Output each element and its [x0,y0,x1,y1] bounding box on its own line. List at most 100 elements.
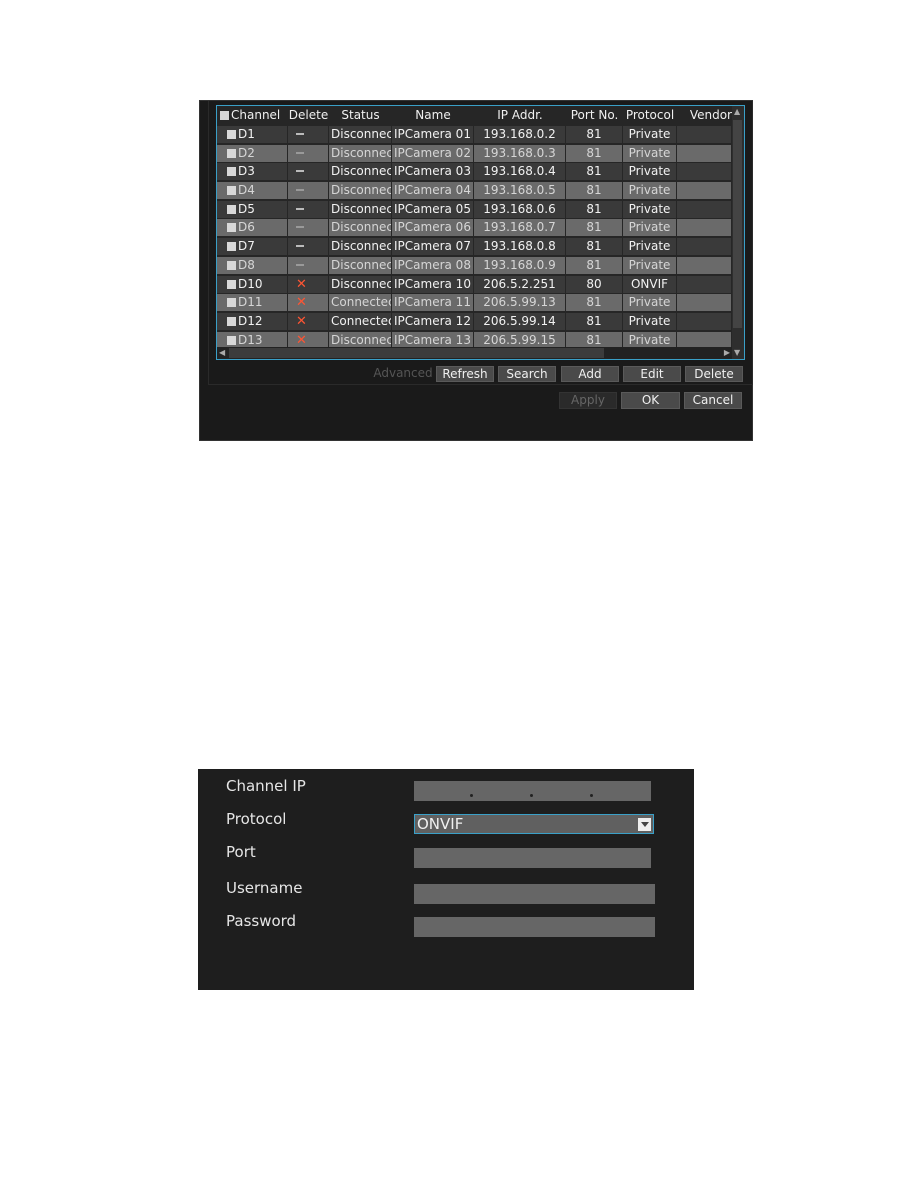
cell-name: IPCamera 11 [392,294,473,312]
cell-channel[interactable]: D5 [217,200,287,218]
select-all-checkbox[interactable] [220,111,229,120]
cell-port: 81 [566,256,622,274]
scroll-down-icon[interactable]: ▼ [734,347,740,359]
cell-delete[interactable] [288,163,328,181]
table-row[interactable]: D11 ✕ Connectec IPCamera 11 206.5.99.13 81 Pri… [217,293,732,312]
username-input[interactable] [414,884,655,904]
cell-channel[interactable]: D8 [217,256,287,274]
horizontal-scrollbar[interactable]: ◀ ▶ [217,347,732,359]
cell-port: 80 [566,275,622,293]
cell-ip: 206.5.99.14 [474,312,565,330]
channel-id: D4 [238,183,255,198]
table-row[interactable]: D2 Disconnec IPCamera 02 193.168.0.3 81 Priva… [217,144,732,163]
vertical-scroll-thumb[interactable] [733,120,742,328]
channel-id: D10 [238,276,263,291]
channel-ip-input[interactable] [414,781,651,801]
row-checkbox[interactable] [227,298,236,308]
delete-x-icon[interactable]: ✕ [296,333,307,348]
row-checkbox[interactable] [227,204,236,214]
advanced-button[interactable]: Advanced [372,366,434,382]
cell-delete[interactable] [288,238,328,256]
row-checkbox[interactable] [227,186,236,196]
table-body: D1 Disconnec IPCamera 01 193.168.0.2 81 Priva… [217,125,732,349]
cell-channel[interactable]: D6 [217,219,287,237]
cell-delete[interactable] [288,126,328,143]
cell-channel[interactable]: D12 [217,312,287,330]
cell-delete[interactable]: ✕ [288,294,328,312]
cell-channel[interactable]: D7 [217,238,287,256]
cell-channel[interactable]: D4 [217,182,287,200]
protocol-label: Protocol [226,810,287,828]
row-checkbox[interactable] [227,130,236,139]
scroll-up-icon[interactable]: ▲ [734,106,740,118]
scroll-left-icon[interactable]: ◀ [219,347,225,359]
cell-delete[interactable] [288,200,328,218]
cell-channel[interactable]: D11 [217,294,287,312]
header-channel[interactable]: Channel [217,106,288,124]
cell-channel[interactable]: D13 [217,331,287,349]
ip-separator [470,794,473,797]
horizontal-scroll-thumb[interactable] [229,348,604,358]
cell-delete[interactable] [288,144,328,162]
search-button[interactable]: Search [498,366,556,382]
cell-ip: 193.168.0.6 [474,200,565,218]
table-row[interactable]: D7 Disconnec IPCamera 07 193.168.0.8 81 Priva… [217,237,732,256]
cell-delete[interactable]: ✕ [288,275,328,293]
cell-channel[interactable]: D2 [217,144,287,162]
channel-table: Channel Delete Status Name IP Addr. Port… [216,105,745,360]
vertical-scrollbar[interactable]: ▲ ▼ [732,106,744,359]
apply-button[interactable]: Apply [559,392,617,409]
cell-name: IPCamera 04 [392,182,473,200]
edit-button[interactable]: Edit [623,366,681,382]
add-button[interactable]: Add [561,366,619,382]
dash-icon [296,151,304,154]
table-row[interactable]: D8 Disconnec IPCamera 08 193.168.0.9 81 Priva… [217,256,732,275]
cell-delete[interactable] [288,182,328,200]
row-checkbox[interactable] [227,279,236,289]
row-checkbox[interactable] [227,148,236,158]
row-checkbox[interactable] [227,167,236,177]
row-checkbox[interactable] [227,223,236,233]
table-row[interactable]: D5 Disconnec IPCamera 05 193.168.0.6 81 Priva… [217,200,732,219]
channel-id: D11 [238,295,263,310]
protocol-select[interactable]: ONVIF [414,814,654,834]
table-row[interactable]: D6 Disconnec IPCamera 06 193.168.0.7 81 Priva… [217,218,732,237]
row-checkbox[interactable] [227,242,236,252]
channel-id: D12 [238,313,263,328]
delete-button[interactable]: Delete [685,366,743,382]
refresh-button[interactable]: Refresh [436,366,494,382]
row-checkbox[interactable] [227,260,236,270]
scroll-right-icon[interactable]: ▶ [724,347,730,359]
cell-delete[interactable] [288,256,328,274]
password-label: Password [226,912,297,930]
delete-x-icon[interactable]: ✕ [296,277,307,292]
row-checkbox[interactable] [227,335,236,345]
table-row[interactable]: D10 ✕ Disconnec IPCamera 10 206.5.2.251 80 ONV… [217,275,732,294]
cell-delete[interactable]: ✕ [288,331,328,349]
cell-protocol: Private [623,294,676,312]
cell-ip: 193.168.0.2 [474,126,565,143]
cancel-button[interactable]: Cancel [684,392,742,409]
ok-button[interactable]: OK [621,392,680,409]
cell-delete[interactable] [288,219,328,237]
delete-x-icon[interactable]: ✕ [296,314,307,329]
channel-id: D8 [238,257,255,272]
table-row[interactable]: D1 Disconnec IPCamera 01 193.168.0.2 81 Priva… [217,125,732,144]
cell-protocol: Private [623,219,676,237]
table-row[interactable]: D4 Disconnec IPCamera 04 193.168.0.5 81 Priva… [217,181,732,200]
password-input[interactable] [414,917,655,937]
port-input[interactable] [414,848,651,868]
chevron-down-icon[interactable] [638,818,651,831]
cell-status: Connectec [329,294,391,312]
delete-x-icon[interactable]: ✕ [296,295,307,310]
row-checkbox[interactable] [227,316,236,326]
cell-channel[interactable]: D10 [217,275,287,293]
header-name: Name [415,108,451,122]
cell-name: IPCamera 10 [392,275,473,293]
cell-delete[interactable]: ✕ [288,312,328,330]
cell-channel[interactable]: D1 [217,126,287,143]
table-row[interactable]: D3 Disconnec IPCamera 03 193.168.0.4 81 Priva… [217,162,732,181]
cell-ip: 206.5.99.15 [474,331,565,349]
table-row[interactable]: D12 ✕ Connectec IPCamera 12 206.5.99.14 81 Pri… [217,312,732,331]
cell-channel[interactable]: D3 [217,163,287,181]
